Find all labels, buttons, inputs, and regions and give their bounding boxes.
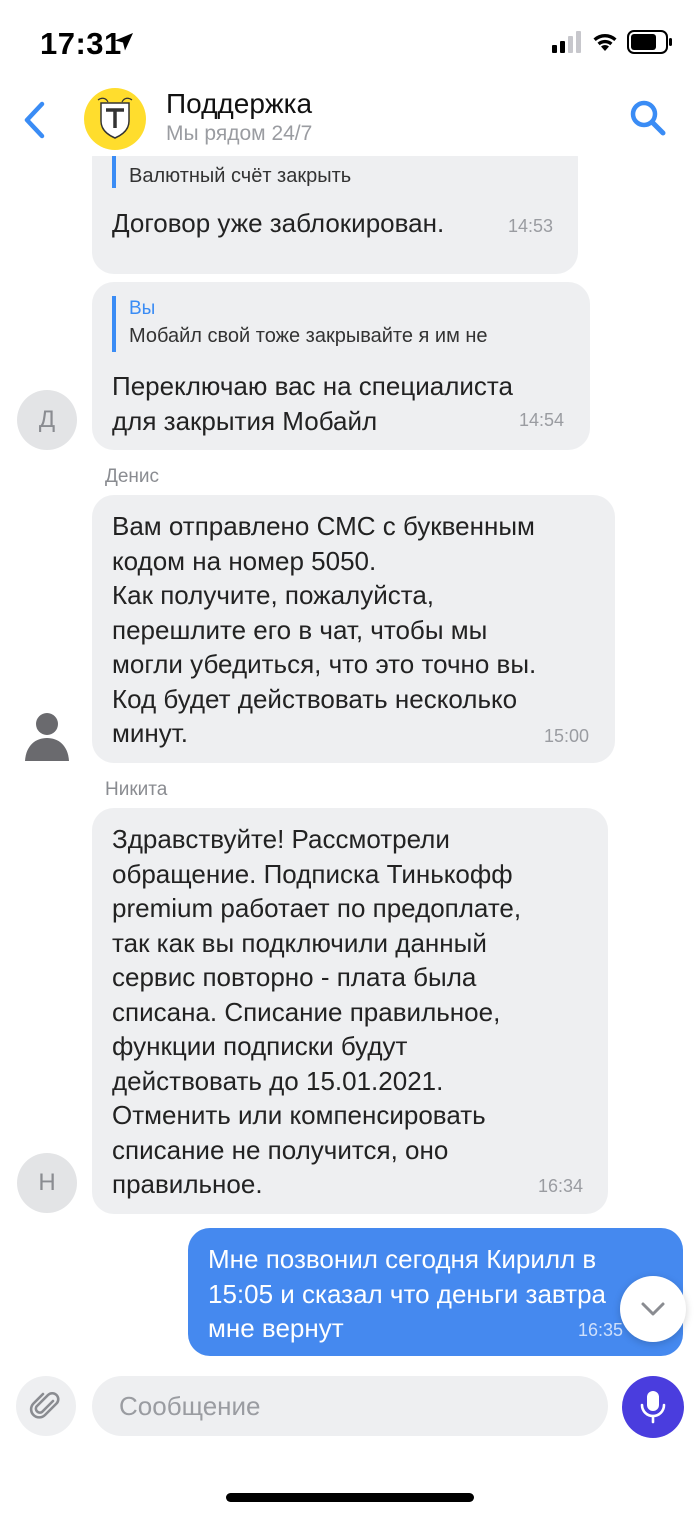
chat-header: Поддержка Мы рядом 24/7 [0,84,700,156]
quote-text: Валютный счёт закрыть [129,165,352,187]
message-time: 14:53 [508,216,554,236]
home-indicator[interactable] [226,1493,474,1502]
quote-author: Вы [129,298,156,319]
shield-logo-icon [97,97,133,139]
message-time: 16:35 [578,1320,624,1340]
wifi-icon [593,34,617,51]
message-bubble[interactable]: Вы Мобайл свой тоже закрывайте я им не П… [92,282,590,450]
chevron-down-icon [641,1302,665,1316]
location-arrow-icon [115,33,133,51]
outgoing-message-bubble[interactable]: Мне позвонил сегодня Кирилл в 15:05 и ск… [188,1228,683,1356]
message-text: Вам отправлено СМС с буквенным кодом на … [112,511,537,748]
message-text: Переключаю вас на специалиста для закрыт… [112,371,513,436]
message-input[interactable] [92,1376,608,1436]
sender-name: Денис [105,466,160,487]
back-chevron-icon[interactable] [18,98,50,142]
avatar-placeholder-icon[interactable] [17,703,77,763]
avatar[interactable]: Д [17,390,77,450]
message-bubble[interactable]: Здравствуйте! Рассмотрели обращение. Под… [92,808,608,1214]
message-text: Договор уже заблокирован. [112,208,445,238]
attach-button[interactable] [16,1376,76,1436]
chat-message-list[interactable]: Вы Валютный счёт закрыть Договор уже заб… [0,156,700,1360]
chat-subtitle: Мы рядом 24/7 [166,122,313,145]
message-time: 14:54 [519,410,565,430]
tinkoff-logo-avatar[interactable] [84,88,146,150]
cellular-signal-icon [552,31,581,53]
sender-name: Никита [105,779,168,800]
message-text: Здравствуйте! Рассмотрели обращение. Под… [112,824,522,1199]
search-icon[interactable] [628,98,668,138]
quote-text: Мобайл свой тоже закрывайте я им не [129,325,488,347]
chat-title: Поддержка [166,88,313,119]
battery-icon [627,30,672,54]
message-bubble[interactable]: Вы Валютный счёт закрыть Договор уже заб… [92,156,578,274]
reply-quote[interactable]: Вы Мобайл свой тоже закрывайте я им не [112,296,549,352]
status-bar: 17:31 [0,0,700,84]
message-time: 16:34 [538,1176,584,1196]
voice-message-button[interactable] [622,1376,684,1438]
message-bubble[interactable]: Вам отправлено СМС с буквенным кодом на … [92,495,615,763]
message-time: 15:00 [544,726,590,746]
reply-quote[interactable]: Вы Валютный счёт закрыть [112,156,549,188]
paperclip-icon [29,1392,60,1419]
message-input-bar [0,1360,700,1460]
message-text: Мне позвонил сегодня Кирилл в 15:05 и ск… [208,1244,606,1343]
microphone-icon [640,1391,666,1424]
scroll-to-bottom-button[interactable] [620,1276,686,1342]
avatar[interactable]: Н [17,1153,77,1213]
status-time: 17:31 [40,26,122,61]
